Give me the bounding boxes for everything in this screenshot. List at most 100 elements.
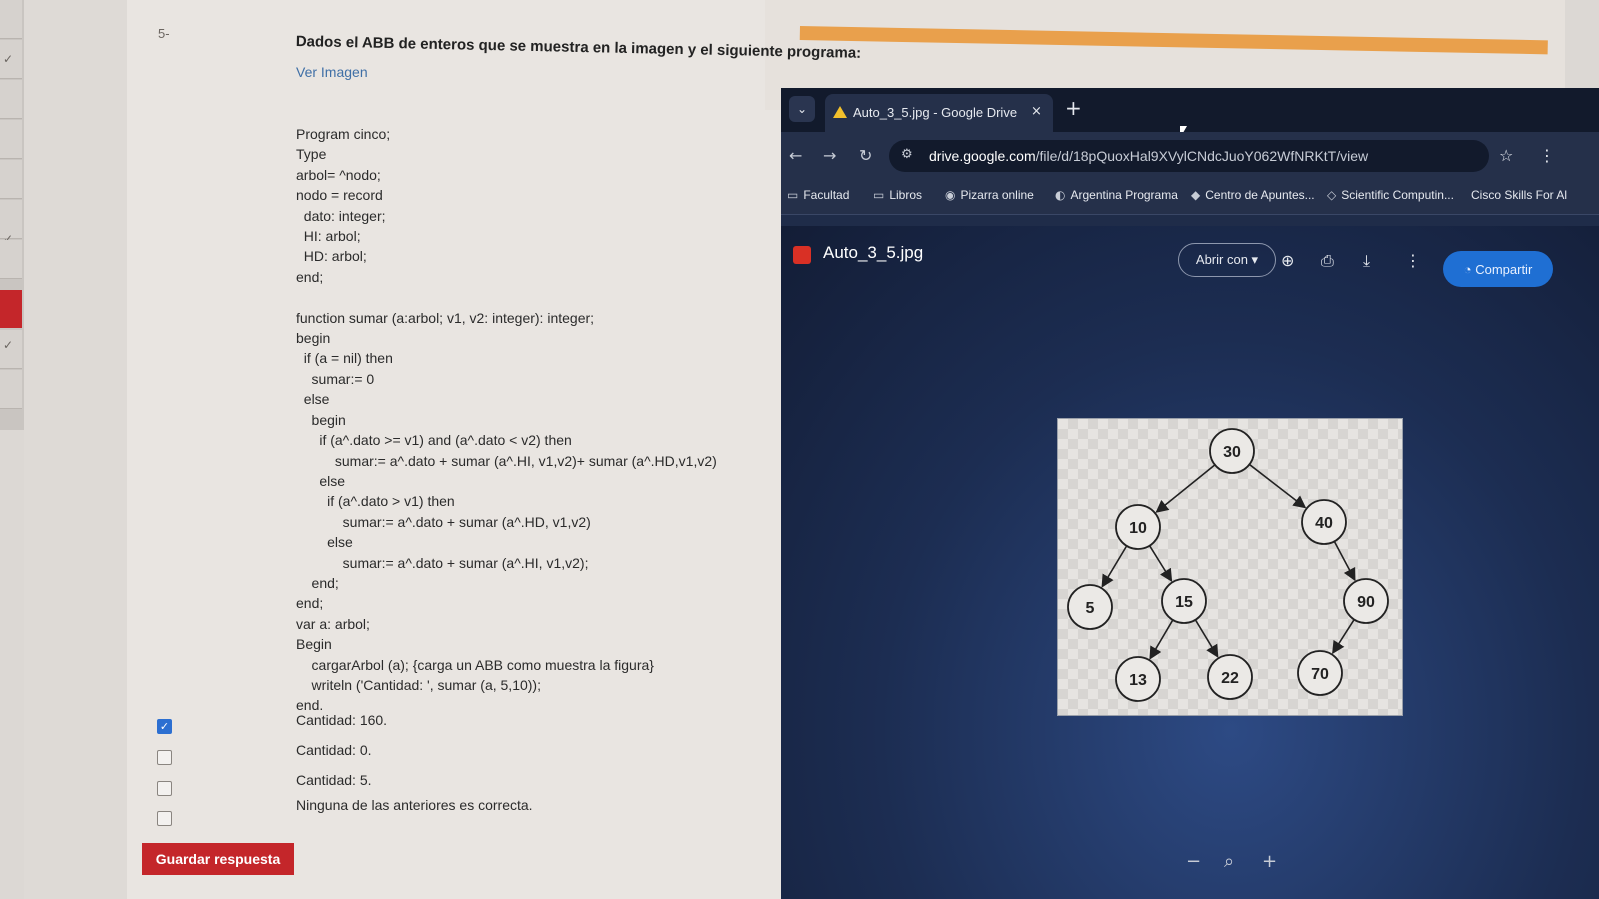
- tree-edge-90-70: [1332, 619, 1355, 655]
- check-icon: ✓: [3, 338, 14, 352]
- save-answer-button[interactable]: Guardar respuesta: [142, 843, 294, 875]
- zoom-in-icon[interactable]: +: [1262, 851, 1277, 872]
- google-drive-icon: [833, 106, 847, 118]
- rail-item[interactable]: ✓: [0, 40, 22, 79]
- tree-node-label: 70: [1311, 666, 1329, 683]
- file-title: Auto_3_5.jpg: [823, 243, 924, 262]
- question-info-strip: [24, 0, 127, 899]
- tree-node-90: 90: [1343, 578, 1389, 624]
- tree-edge-30-40: [1248, 463, 1307, 509]
- open-with-button[interactable]: Abrir con ▾: [1178, 243, 1276, 277]
- tree-edge-40-90: [1333, 541, 1356, 582]
- option-label-3: Cantidad: 5.: [296, 772, 372, 788]
- tab-drive[interactable]: Auto_3_5.jpg - Google Drive ×: [825, 94, 1053, 132]
- share-button[interactable]: ◔ Compartir: [1443, 251, 1553, 287]
- tree-node-5: 5: [1067, 584, 1113, 630]
- back-icon[interactable]: ←: [789, 146, 802, 165]
- tree-node-label: 5: [1086, 600, 1095, 617]
- bst-diagram: 30 10 40 5 15 90 13 22 70: [1067, 428, 1389, 702]
- apuntes-icon: ◆: [1191, 188, 1201, 202]
- argentina-icon: ◐: [1055, 188, 1066, 202]
- option-checkbox-4[interactable]: [157, 811, 172, 826]
- url-host: drive.google.com: [929, 148, 1036, 164]
- bookmark-label: Libros: [889, 188, 923, 202]
- more-options-icon[interactable]: ⋮: [1405, 251, 1421, 270]
- bookmark-star-icon[interactable]: ☆: [1499, 146, 1513, 165]
- address-bar: ← → ↻ ⚙ drive.google.com/file/d/18pQuoxH…: [781, 132, 1599, 180]
- zoom-search-icon[interactable]: ⌕: [1224, 851, 1234, 872]
- tree-node-label: 40: [1315, 515, 1333, 532]
- option-checkbox-3[interactable]: [157, 781, 172, 796]
- tab-search-button[interactable]: ⌄: [789, 96, 815, 122]
- check-icon: ✓: [3, 52, 14, 66]
- reload-icon[interactable]: ↻: [859, 146, 872, 165]
- bookmark-apuntes[interactable]: ◆ Centro de Apuntes...: [1191, 188, 1315, 202]
- browser-window: ⌄ Auto_3_5.jpg - Google Drive × + – ← → …: [781, 88, 1599, 899]
- rail-item[interactable]: [0, 240, 22, 279]
- tree-node-label: 13: [1129, 672, 1147, 689]
- print-icon[interactable]: ⎙: [1321, 251, 1334, 271]
- bookmark-cisco[interactable]: Cisco Skills For Al: [1471, 188, 1567, 202]
- tree-edge-15-22: [1194, 619, 1219, 658]
- tree-edge-15-13: [1149, 619, 1174, 660]
- tab-bar: ⌄ Auto_3_5.jpg - Google Drive × +: [781, 88, 1599, 132]
- pizarra-icon: ◉: [945, 188, 956, 202]
- tree-node-40: 40: [1301, 499, 1347, 545]
- tree-node-label: 90: [1357, 594, 1375, 611]
- bookmark-label: Centro de Apuntes...: [1205, 188, 1315, 202]
- rail-item[interactable]: [0, 160, 22, 199]
- add-shortcut-icon[interactable]: ⊕: [1281, 251, 1294, 270]
- tree-node-label: 15: [1175, 594, 1193, 611]
- bookmark-label: Cisco Skills For Al: [1471, 188, 1568, 202]
- option-checkbox-1[interactable]: ✓: [157, 719, 172, 734]
- new-tab-icon[interactable]: +: [1065, 96, 1082, 120]
- bookmarks-bar: ▭ Facultad ▭ Libros ◉ Pizarra online ◐ Argen…: [781, 180, 1599, 215]
- tree-node-label: 10: [1129, 520, 1147, 537]
- rail-item-current[interactable]: [0, 290, 22, 328]
- tree-edge-10-15: [1148, 545, 1173, 582]
- bookmark-label: Facultad: [803, 188, 850, 202]
- bookmark-scientific[interactable]: ◇ Scientific Computin...: [1327, 188, 1454, 202]
- url-text: drive.google.com/file/d/18pQuoxHal9XVylC…: [929, 148, 1368, 164]
- ver-imagen-link[interactable]: Ver Imagen: [296, 64, 368, 80]
- option-label-1: Cantidad: 160.: [296, 712, 388, 728]
- tree-edge-30-10: [1155, 464, 1216, 513]
- bst-image: 30 10 40 5 15 90 13 22 70: [1058, 419, 1402, 715]
- share-icon: ◔: [1463, 261, 1472, 277]
- tree-node-22: 22: [1207, 654, 1253, 700]
- tree-node-label: 30: [1223, 444, 1241, 461]
- zoom-out-icon[interactable]: −: [1186, 851, 1201, 872]
- bookmark-label: Pizarra online: [960, 188, 1034, 202]
- bookmark-argentina[interactable]: ◐ Argentina Programa: [1055, 188, 1178, 202]
- bookmark-label: Scientific Computin...: [1341, 188, 1454, 202]
- tree-node-30: 30: [1209, 428, 1255, 474]
- bookmark-pizarra[interactable]: ◉ Pizarra online: [945, 188, 1034, 202]
- quiz-navigation-rail: ✓ ✓ ✓: [0, 0, 25, 430]
- share-label: Compartir: [1475, 261, 1533, 277]
- url-input[interactable]: ⚙ drive.google.com/file/d/18pQuoxHal9XVy…: [889, 140, 1489, 172]
- rail-item[interactable]: ✓: [0, 200, 22, 246]
- tree-node-13: 13: [1115, 656, 1161, 702]
- option-checkbox-2[interactable]: [157, 750, 172, 765]
- url-path: /file/d/18pQuoxHal9XVylCNdcJuoY062WfNRKt…: [1035, 148, 1369, 164]
- program-code: Program cinco; Type arbol= ^nodo; nodo =…: [296, 126, 717, 714]
- tab-title: Auto_3_5.jpg - Google Drive: [853, 105, 1018, 120]
- question-number: 5-: [158, 26, 170, 41]
- bookmark-facultad[interactable]: ▭ Facultad: [787, 188, 849, 202]
- scientific-icon: ◇: [1327, 188, 1337, 202]
- tab-close-icon[interactable]: ×: [1031, 104, 1042, 119]
- rail-item[interactable]: [0, 370, 22, 409]
- extensions-icon[interactable]: ⋮: [1539, 146, 1555, 165]
- download-icon[interactable]: ⤓: [1363, 251, 1370, 271]
- rail-item[interactable]: [0, 120, 22, 159]
- zoom-controls: − ⌕ +: [1186, 851, 1296, 881]
- folder-icon: ▭: [873, 188, 885, 202]
- bookmark-libros[interactable]: ▭ Libros: [873, 188, 922, 202]
- forward-icon[interactable]: →: [823, 146, 836, 165]
- rail-item[interactable]: [0, 80, 22, 119]
- site-settings-icon[interactable]: ⚙: [901, 147, 913, 162]
- rail-item[interactable]: [0, 0, 22, 39]
- tree-node-15: 15: [1161, 578, 1207, 624]
- tree-node-label: 22: [1221, 670, 1239, 687]
- rail-item[interactable]: ✓: [0, 330, 22, 369]
